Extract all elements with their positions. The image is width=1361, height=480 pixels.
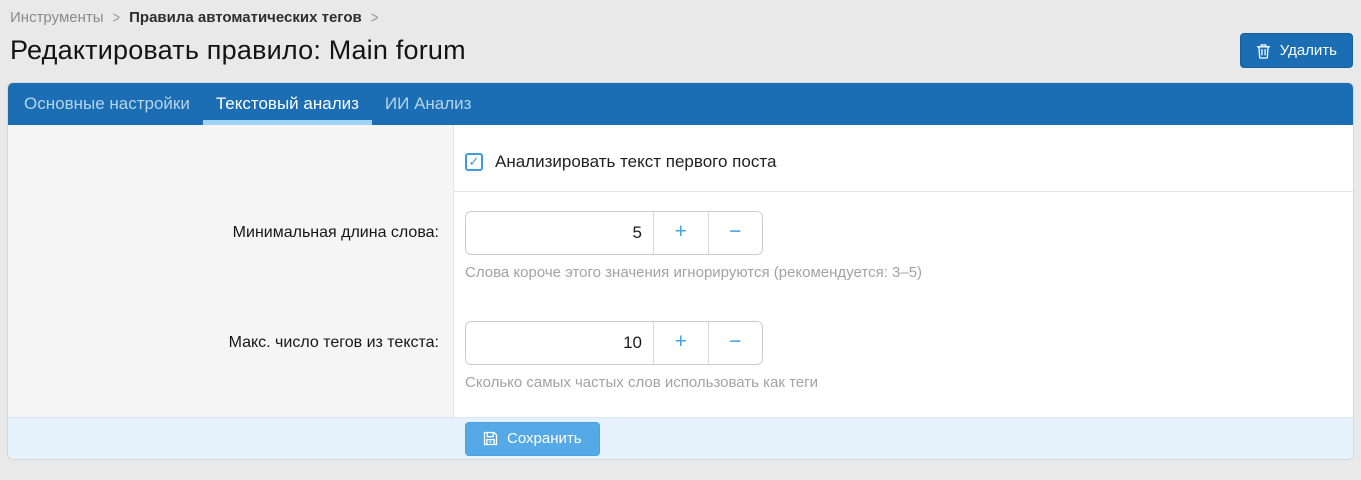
min-word-length-row: Минимальная длина слова: + − Слова короч… <box>8 211 1353 281</box>
rule-editor-card: Основные настройки Текстовый анализ ИИ А… <box>8 83 1353 459</box>
chevron-right-icon: > <box>113 8 121 27</box>
max-tags-label: Макс. число тегов из текста: <box>8 321 453 391</box>
analyze-first-post-label: Анализировать текст первого поста <box>495 152 776 172</box>
save-button-label: Сохранить <box>507 430 582 447</box>
max-tags-input[interactable] <box>466 322 653 364</box>
save-button[interactable]: Сохранить <box>465 422 600 456</box>
breadcrumb: Инструменты > Правила автоматических тег… <box>10 9 1353 26</box>
trash-icon <box>1256 43 1271 59</box>
delete-button-label: Удалить <box>1280 42 1337 59</box>
decrement-button[interactable]: − <box>708 212 763 254</box>
breadcrumb-link-tools[interactable]: Инструменты <box>10 9 104 26</box>
analyze-first-post-checkbox[interactable]: ✓ <box>465 153 483 171</box>
increment-button[interactable]: + <box>653 212 708 254</box>
breadcrumb-link-auto-tag-rules[interactable]: Правила автоматических тегов <box>129 9 362 26</box>
delete-button[interactable]: Удалить <box>1240 33 1353 68</box>
tab-text-analysis[interactable]: Текстовый анализ <box>203 83 372 125</box>
form-footer: Сохранить <box>8 417 1353 459</box>
max-tags-stepper: + − <box>465 321 763 365</box>
tab-basic-settings[interactable]: Основные настройки <box>11 83 203 125</box>
form-body: ✓ Анализировать текст первого поста Мини… <box>8 125 1353 417</box>
save-icon <box>483 431 498 446</box>
min-word-length-input[interactable] <box>466 212 653 254</box>
increment-button[interactable]: + <box>653 322 708 364</box>
chevron-right-icon: > <box>371 8 379 27</box>
max-tags-hint: Сколько самых частых слов использовать к… <box>465 374 1353 391</box>
page-header: Инструменты > Правила автоматических тег… <box>0 0 1361 68</box>
check-icon: ✓ <box>469 154 480 170</box>
tab-bar: Основные настройки Текстовый анализ ИИ А… <box>8 83 1353 125</box>
decrement-button[interactable]: − <box>708 322 763 364</box>
checkbox-row: ✓ Анализировать текст первого поста <box>8 125 1353 192</box>
min-word-length-label: Минимальная длина слова: <box>8 211 453 281</box>
page-title: Редактировать правило: Main forum <box>10 35 466 66</box>
title-row: Редактировать правило: Main forum Удалит… <box>10 33 1353 68</box>
tab-ai-analysis[interactable]: ИИ Анализ <box>372 83 485 125</box>
max-tags-row: Макс. число тегов из текста: + − Сколько… <box>8 321 1353 391</box>
min-word-length-hint: Слова короче этого значения игнорируются… <box>465 264 1353 281</box>
min-word-length-stepper: + − <box>465 211 763 255</box>
